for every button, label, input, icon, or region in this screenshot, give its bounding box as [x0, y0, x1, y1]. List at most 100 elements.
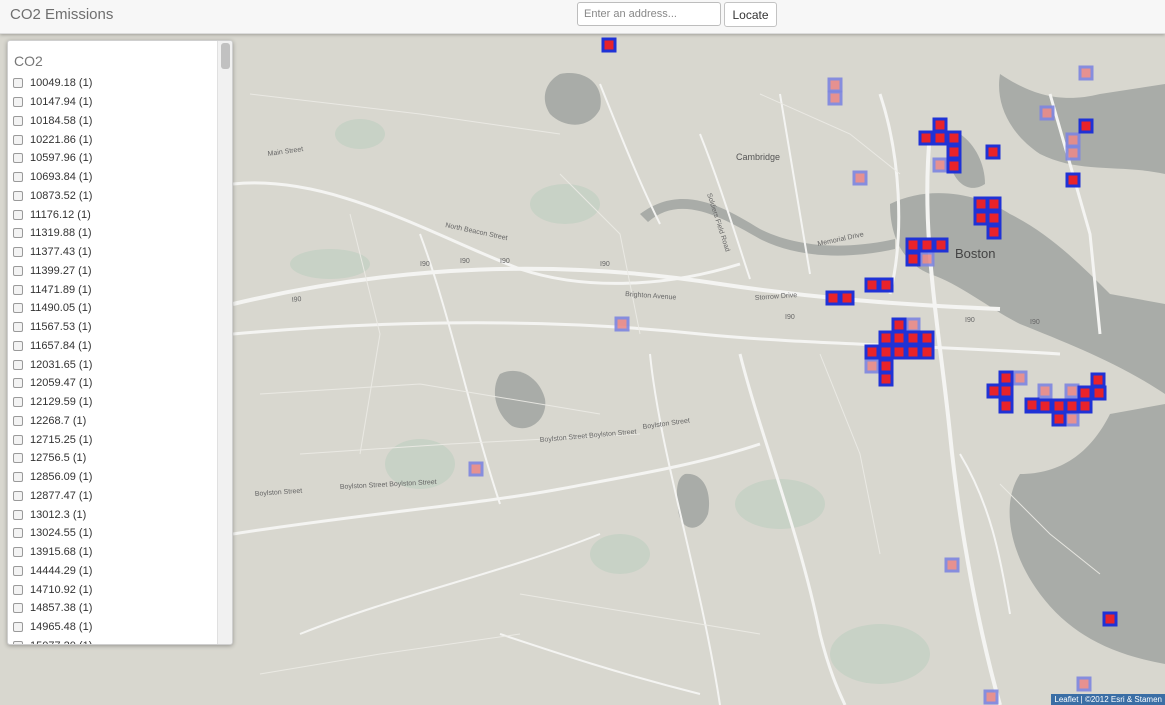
checkbox[interactable] [13, 434, 23, 445]
co2-list-item[interactable]: 14444.29 (1) [8, 562, 218, 581]
co2-list-item[interactable]: 12268.7 (1) [8, 412, 218, 431]
scrollbar-thumb[interactable] [221, 43, 230, 69]
co2-marker[interactable] [1078, 65, 1094, 81]
co2-marker[interactable] [946, 144, 962, 160]
co2-marker[interactable] [932, 157, 948, 173]
co2-list-item[interactable]: 12031.65 (1) [8, 355, 218, 374]
co2-marker[interactable] [878, 371, 894, 387]
co2-marker[interactable] [985, 144, 1001, 160]
co2-marker[interactable] [839, 290, 855, 306]
co2-list-item[interactable]: 15077.20 (1) [8, 637, 218, 644]
checkbox[interactable] [13, 565, 23, 576]
co2-list-item[interactable]: 10597.96 (1) [8, 149, 218, 168]
co2-list-item[interactable]: 12059.47 (1) [8, 374, 218, 393]
co2-list-item[interactable]: 10147.94 (1) [8, 93, 218, 112]
co2-marker[interactable] [864, 277, 880, 293]
panel-scrollbar[interactable] [217, 41, 232, 644]
co2-marker[interactable] [944, 557, 960, 573]
co2-marker[interactable] [1102, 611, 1118, 627]
co2-marker[interactable] [946, 158, 962, 174]
co2-marker[interactable] [986, 224, 1002, 240]
co2-marker[interactable] [973, 196, 989, 212]
co2-list-item[interactable]: 11490.05 (1) [8, 299, 218, 318]
co2-marker[interactable] [827, 90, 843, 106]
co2-marker[interactable] [1051, 411, 1067, 427]
co2-marker[interactable] [1037, 383, 1053, 399]
co2-marker[interactable] [1091, 385, 1107, 401]
checkbox[interactable] [13, 190, 23, 201]
co2-marker[interactable] [827, 77, 843, 93]
co2-marker[interactable] [468, 461, 484, 477]
locate-button[interactable]: Locate [724, 2, 777, 27]
co2-list-item[interactable]: 11176.12 (1) [8, 205, 218, 224]
co2-marker[interactable] [918, 130, 934, 146]
co2-marker[interactable] [905, 237, 921, 253]
checkbox[interactable] [13, 153, 23, 164]
co2-marker[interactable] [998, 370, 1014, 386]
checkbox[interactable] [13, 397, 23, 408]
checkbox[interactable] [13, 284, 23, 295]
co2-marker[interactable] [919, 237, 935, 253]
co2-list-item[interactable]: 12715.25 (1) [8, 430, 218, 449]
co2-marker[interactable] [878, 344, 894, 360]
co2-marker[interactable] [1037, 398, 1053, 414]
checkbox[interactable] [13, 78, 23, 89]
co2-marker[interactable] [919, 330, 935, 346]
co2-marker[interactable] [1065, 145, 1081, 161]
checkbox[interactable] [13, 172, 23, 183]
checkbox[interactable] [13, 415, 23, 426]
co2-marker[interactable] [601, 37, 617, 53]
co2-list-item[interactable]: 11471.89 (1) [8, 280, 218, 299]
co2-list-item[interactable]: 13024.55 (1) [8, 524, 218, 543]
checkbox[interactable] [13, 453, 23, 464]
co2-marker[interactable] [932, 130, 948, 146]
co2-marker[interactable] [973, 210, 989, 226]
co2-marker[interactable] [1078, 118, 1094, 134]
co2-marker[interactable] [905, 317, 921, 333]
co2-list-item[interactable]: 11657.84 (1) [8, 337, 218, 356]
co2-list-item[interactable]: 10873.52 (1) [8, 187, 218, 206]
co2-marker[interactable] [1077, 385, 1093, 401]
co2-marker[interactable] [1065, 132, 1081, 148]
co2-list-item[interactable]: 10049.18 (1) [8, 74, 218, 93]
co2-marker[interactable] [825, 290, 841, 306]
checkbox[interactable] [13, 378, 23, 389]
co2-marker[interactable] [986, 196, 1002, 212]
co2-list-item[interactable]: 11567.53 (1) [8, 318, 218, 337]
co2-marker[interactable] [878, 330, 894, 346]
co2-list-item[interactable]: 13012.3 (1) [8, 505, 218, 524]
co2-marker[interactable] [864, 344, 880, 360]
co2-marker[interactable] [891, 344, 907, 360]
co2-marker[interactable] [983, 689, 999, 705]
co2-marker[interactable] [933, 237, 949, 253]
co2-marker[interactable] [946, 130, 962, 146]
co2-list-item[interactable]: 11399.27 (1) [8, 262, 218, 281]
co2-marker[interactable] [905, 251, 921, 267]
co2-marker[interactable] [986, 383, 1002, 399]
co2-marker[interactable] [1065, 172, 1081, 188]
checkbox[interactable] [13, 340, 23, 351]
checkbox[interactable] [13, 209, 23, 220]
co2-list-item[interactable]: 14965.48 (1) [8, 618, 218, 637]
checkbox[interactable] [13, 97, 23, 108]
co2-list-item[interactable]: 14710.92 (1) [8, 580, 218, 599]
co2-marker[interactable] [919, 251, 935, 267]
co2-marker[interactable] [919, 344, 935, 360]
checkbox[interactable] [13, 584, 23, 595]
checkbox[interactable] [13, 115, 23, 126]
co2-list-item[interactable]: 12129.59 (1) [8, 393, 218, 412]
co2-marker[interactable] [878, 277, 894, 293]
co2-list-item[interactable]: 12756.5 (1) [8, 449, 218, 468]
co2-marker[interactable] [1012, 370, 1028, 386]
checkbox[interactable] [13, 603, 23, 614]
checkbox[interactable] [13, 640, 23, 644]
checkbox[interactable] [13, 265, 23, 276]
checkbox[interactable] [13, 509, 23, 520]
co2-list-item[interactable]: 11377.43 (1) [8, 243, 218, 262]
co2-marker[interactable] [1064, 411, 1080, 427]
co2-marker[interactable] [932, 117, 948, 133]
checkbox[interactable] [13, 528, 23, 539]
checkbox[interactable] [13, 490, 23, 501]
checkbox[interactable] [13, 228, 23, 239]
co2-marker[interactable] [1051, 398, 1067, 414]
